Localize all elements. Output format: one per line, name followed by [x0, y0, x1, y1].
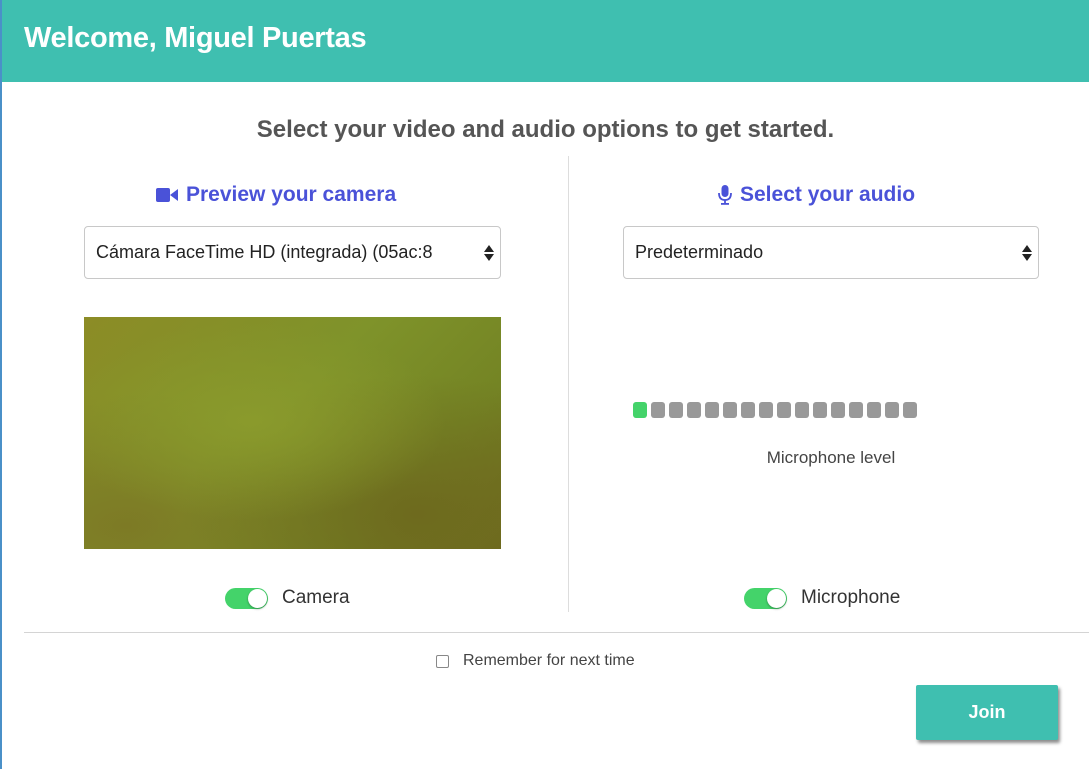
level-segment [723, 402, 737, 418]
level-segment [813, 402, 827, 418]
level-segment [903, 402, 917, 418]
microphone-icon [718, 185, 732, 205]
camera-device-select[interactable]: Cámara FaceTime HD (integrada) (05ac:8 [84, 226, 501, 279]
camera-preview [84, 317, 501, 549]
level-segment [759, 402, 773, 418]
camera-toggle-group: Camera [225, 587, 350, 609]
level-segment [795, 402, 809, 418]
microphone-level-label: Microphone level [766, 448, 896, 467]
video-camera-icon [156, 187, 178, 203]
dialog-header: Welcome, Miguel Puertas [2, 0, 1089, 82]
audio-section-title: Select your audio [718, 183, 915, 207]
toggle-knob [248, 588, 267, 608]
camera-section-title: Preview your camera [156, 183, 396, 207]
level-segment [651, 402, 665, 418]
level-segment [849, 402, 863, 418]
level-segment [669, 402, 683, 418]
camera-toggle[interactable] [225, 587, 268, 609]
camera-toggle-label: Camera [282, 587, 350, 608]
toggle-knob [767, 588, 786, 608]
select-arrows-icon [1022, 242, 1032, 264]
join-dialog: Welcome, Miguel Puertas Select your vide… [0, 0, 1089, 769]
microphone-toggle[interactable] [744, 587, 787, 609]
audio-section-label: Select your audio [740, 183, 916, 206]
level-segment [885, 402, 899, 418]
microphone-toggle-label: Microphone [801, 587, 901, 608]
level-segment-active [633, 402, 647, 418]
level-segment [831, 402, 845, 418]
remember-option[interactable]: Remember for next time [436, 652, 635, 670]
audio-device-value: Predeterminado [635, 242, 764, 262]
page-subtitle: Select your video and audio options to g… [256, 116, 835, 143]
audio-device-select[interactable]: Predeterminado [623, 226, 1039, 279]
microphone-toggle-group: Microphone [744, 587, 900, 609]
level-segment [687, 402, 701, 418]
select-arrows-icon [484, 242, 494, 264]
level-segment [741, 402, 755, 418]
remember-label: Remember for next time [463, 652, 635, 669]
remember-checkbox[interactable] [436, 654, 449, 668]
join-button[interactable]: Join [916, 685, 1058, 740]
welcome-title: Welcome, Miguel Puertas [24, 22, 367, 54]
level-segment [867, 402, 881, 418]
microphone-level-meter [633, 402, 1033, 420]
footer-divider [24, 632, 1089, 633]
level-segment [705, 402, 719, 418]
column-divider [568, 156, 569, 612]
level-segment [777, 402, 791, 418]
camera-section-label: Preview your camera [186, 183, 397, 206]
camera-device-value: Cámara FaceTime HD (integrada) (05ac:8 [96, 242, 433, 262]
